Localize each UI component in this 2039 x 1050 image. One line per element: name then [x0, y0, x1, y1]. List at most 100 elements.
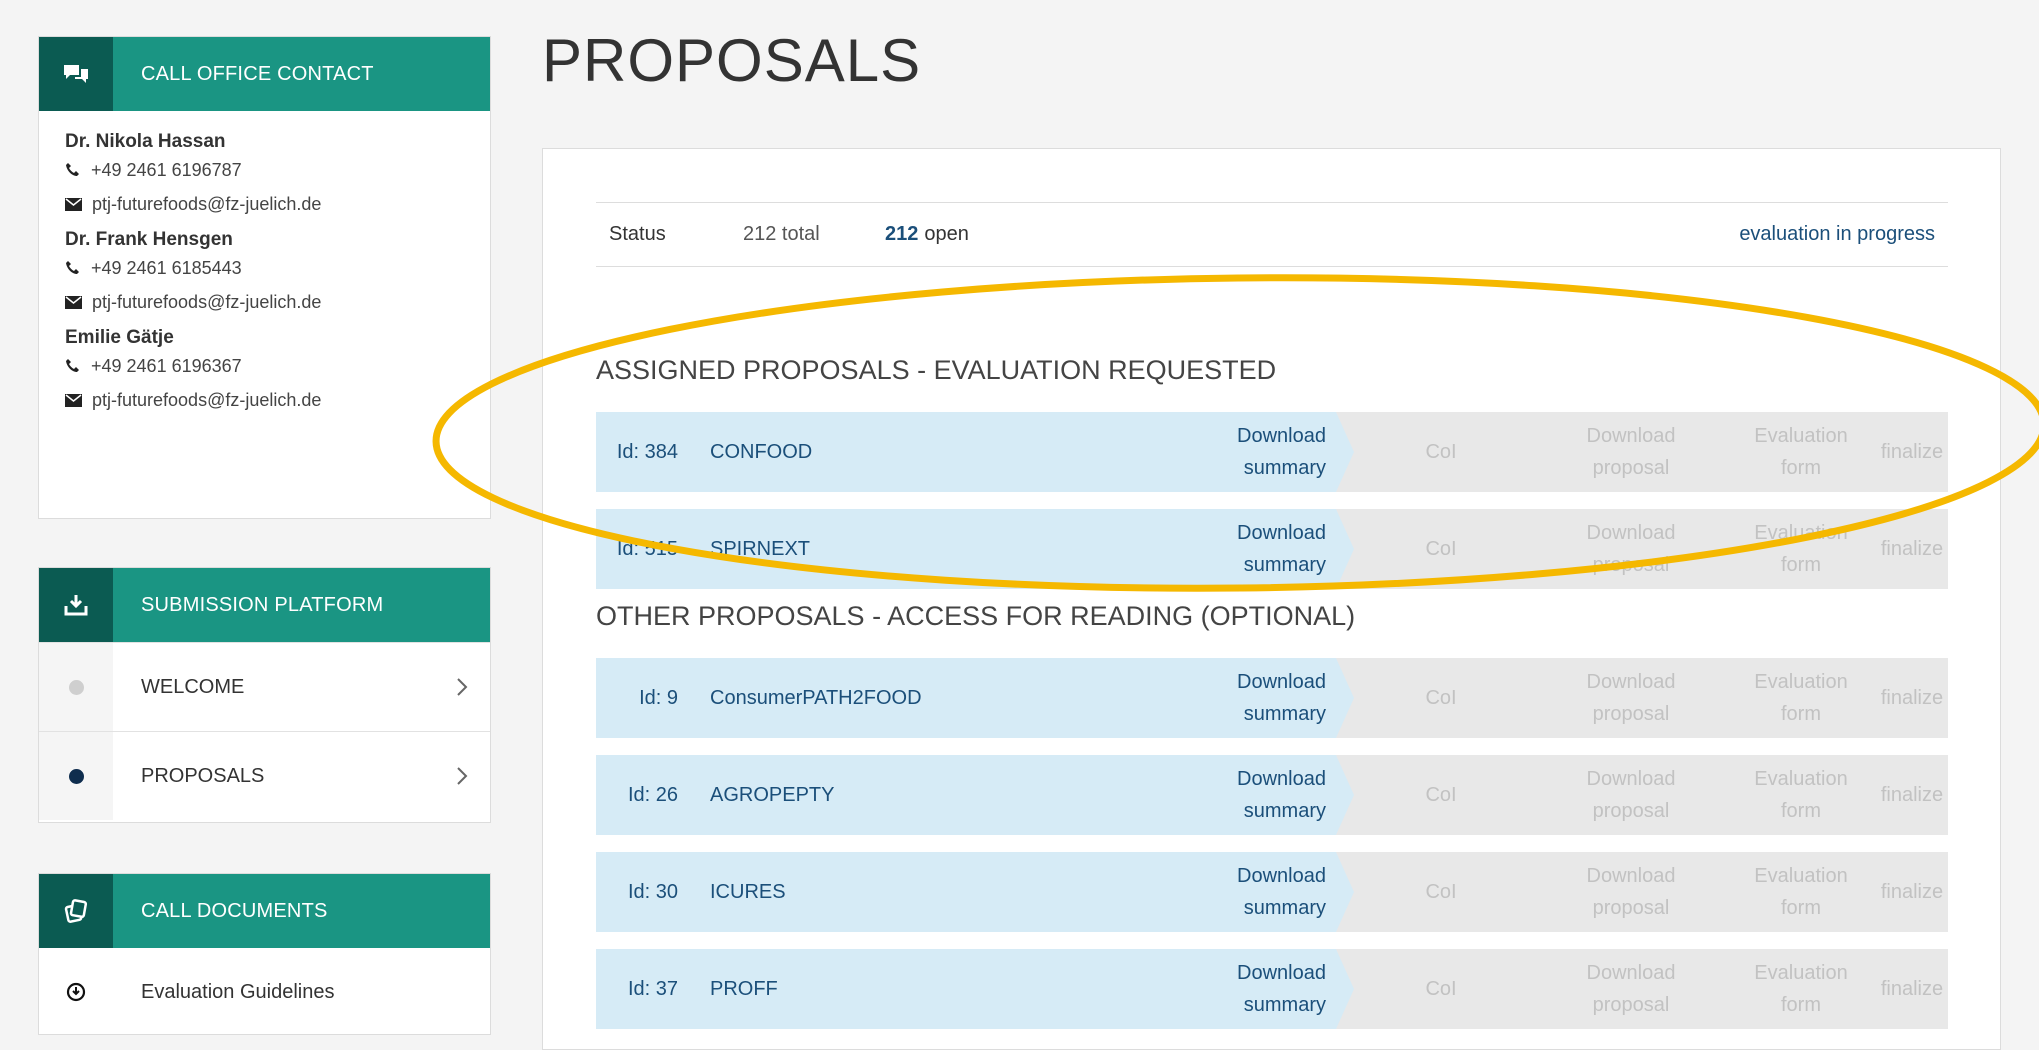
finalize-button[interactable]: finalize: [1876, 852, 1948, 932]
download-summary-line1: Download: [1237, 865, 1326, 887]
coi-button[interactable]: CoI: [1396, 949, 1486, 1029]
download-summary-link[interactable]: Download summary: [1156, 658, 1326, 738]
other-proposals-heading: OTHER PROPOSALS - ACCESS FOR READING (OP…: [596, 601, 1356, 631]
chevron-right-icon: [457, 678, 468, 696]
proposal-id: Id: 9: [639, 686, 678, 709]
download-summary-line2: summary: [1243, 994, 1326, 1016]
finalize-button[interactable]: finalize: [1876, 949, 1948, 1029]
panel-title: CALL DOCUMENTS: [141, 899, 328, 922]
submission-platform-header: SUBMISSION PLATFORM: [39, 568, 490, 642]
download-proposal-line1: Download: [1586, 962, 1676, 984]
proposal-id: Id: 30: [627, 880, 678, 903]
download-proposal-button[interactable]: Download proposal: [1556, 509, 1706, 589]
download-proposal-line1: Download: [1586, 522, 1676, 544]
coi-button[interactable]: CoI: [1396, 412, 1486, 492]
download-summary-line1: Download: [1237, 671, 1326, 693]
proposal-name: ICURES: [710, 880, 786, 903]
chat-bubbles-icon: [39, 37, 113, 111]
evaluation-form-line2: form: [1781, 457, 1821, 479]
call-office-contact-header: CALL OFFICE CONTACT: [39, 37, 490, 111]
proposal-row: Id: 26 AGROPEPTY Download summary CoI Downloa…: [596, 755, 1948, 835]
contact-email[interactable]: ptj-futurefoods@fz-juelich.de: [65, 383, 490, 417]
evaluation-form-button[interactable]: Evaluation form: [1726, 509, 1876, 589]
nav-bullet-cell: [39, 643, 113, 731]
download-summary-link[interactable]: Download summary: [1156, 412, 1326, 492]
coi-label: CoI: [1425, 538, 1457, 560]
proposal-name: AGROPEPTY: [710, 783, 835, 806]
proposal-name: PROFF: [710, 977, 778, 1000]
finalize-button[interactable]: finalize: [1876, 412, 1948, 492]
nav-item-proposals[interactable]: PROPOSALS: [39, 731, 490, 820]
download-proposal-button[interactable]: Download proposal: [1556, 755, 1706, 835]
coi-button[interactable]: CoI: [1396, 755, 1486, 835]
evaluation-form-button[interactable]: Evaluation form: [1726, 755, 1876, 835]
doc-item-evaluation-guidelines[interactable]: Evaluation Guidelines: [39, 948, 490, 1036]
assigned-proposals-heading: ASSIGNED PROPOSALS - EVALUATION REQUESTE…: [596, 355, 1277, 385]
status-state: evaluation in progress: [1739, 223, 1935, 245]
finalize-label: finalize: [1880, 978, 1944, 1000]
download-proposal-line2: proposal: [1592, 703, 1670, 725]
evaluation-form-line2: form: [1781, 554, 1821, 576]
download-summary-link[interactable]: Download summary: [1156, 949, 1326, 1029]
finalize-button[interactable]: finalize: [1876, 658, 1948, 738]
finalize-button[interactable]: finalize: [1876, 755, 1948, 835]
finalize-label: finalize: [1880, 687, 1944, 709]
contact-list: Dr. Nikola Hassan +49 2461 6196787 ptj-fut…: [39, 111, 490, 417]
download-proposal-button[interactable]: Download proposal: [1556, 658, 1706, 738]
contact-email[interactable]: ptj-futurefoods@fz-juelich.de: [65, 187, 490, 221]
call-documents-panel: CALL DOCUMENTS Evaluation Guidelines: [38, 873, 491, 1035]
download-tray-icon: [39, 568, 113, 642]
download-summary-line2: summary: [1243, 703, 1326, 725]
submission-platform-panel: SUBMISSION PLATFORM WELCOME PROPOSALS: [38, 567, 491, 823]
download-proposal-line1: Download: [1586, 671, 1676, 693]
download-proposal-line1: Download: [1586, 425, 1676, 447]
evaluation-form-line2: form: [1781, 703, 1821, 725]
active-dot-icon: [68, 768, 84, 784]
status-row: Status 212 total 212 open evaluation in …: [596, 202, 1948, 267]
coi-button[interactable]: CoI: [1396, 509, 1486, 589]
evaluation-form-button[interactable]: Evaluation form: [1726, 949, 1876, 1029]
download-summary-link[interactable]: Download summary: [1156, 755, 1326, 835]
evaluation-form-button[interactable]: Evaluation form: [1726, 852, 1876, 932]
coi-button[interactable]: CoI: [1396, 852, 1486, 932]
download-summary-line1: Download: [1237, 962, 1326, 984]
download-proposal-button[interactable]: Download proposal: [1556, 852, 1706, 932]
download-proposal-button[interactable]: Download proposal: [1556, 412, 1706, 492]
download-summary-link[interactable]: Download summary: [1156, 852, 1326, 932]
download-proposal-line2: proposal: [1592, 994, 1670, 1016]
status-open-label: open: [924, 223, 969, 245]
nav-item-welcome[interactable]: WELCOME: [39, 642, 490, 731]
finalize-button[interactable]: finalize: [1876, 509, 1948, 589]
row-arrow-shape: [1336, 949, 1354, 1029]
row-arrow-shape: [1336, 509, 1354, 589]
finalize-label: finalize: [1880, 881, 1944, 903]
evaluation-form-line2: form: [1781, 897, 1821, 919]
coi-button[interactable]: CoI: [1396, 658, 1486, 738]
phone-icon: [66, 261, 79, 274]
download-summary-line2: summary: [1243, 897, 1326, 919]
circle-arrow-down-icon: [66, 982, 86, 1002]
evaluation-form-line1: Evaluation: [1754, 962, 1848, 984]
chevron-right-icon: [457, 767, 468, 785]
contact-phone: +49 2461 6185443: [65, 251, 490, 285]
proposal-row: Id: 515 SPIRNEXT Download summary CoI Downloa…: [596, 509, 1948, 589]
evaluation-form-button[interactable]: Evaluation form: [1726, 412, 1876, 492]
row-arrow-shape: [1336, 755, 1354, 835]
finalize-label: finalize: [1880, 441, 1944, 463]
contact-email[interactable]: ptj-futurefoods@fz-juelich.de: [65, 285, 490, 319]
contact-name: Dr. Nikola Hassan: [65, 131, 226, 152]
coi-label: CoI: [1425, 441, 1457, 463]
download-proposal-button[interactable]: Download proposal: [1556, 949, 1706, 1029]
proposal-id: Id: 37: [627, 977, 678, 1000]
download-summary-link[interactable]: Download summary: [1156, 509, 1326, 589]
panel-title: CALL OFFICE CONTACT: [141, 62, 374, 85]
evaluation-form-button[interactable]: Evaluation form: [1726, 658, 1876, 738]
evaluation-form-line2: form: [1781, 994, 1821, 1016]
proposal-row: Id: 30 ICURES Download summary CoI Download pr…: [596, 852, 1948, 932]
contact-phone-text: +49 2461 6196367: [91, 355, 242, 376]
row-arrow-shape: [1336, 852, 1354, 932]
contact-phone: +49 2461 6196787: [65, 153, 490, 187]
proposal-id: Id: 26: [627, 783, 678, 806]
contact-phone: +49 2461 6196367: [65, 349, 490, 383]
evaluation-form-line1: Evaluation: [1754, 768, 1848, 790]
